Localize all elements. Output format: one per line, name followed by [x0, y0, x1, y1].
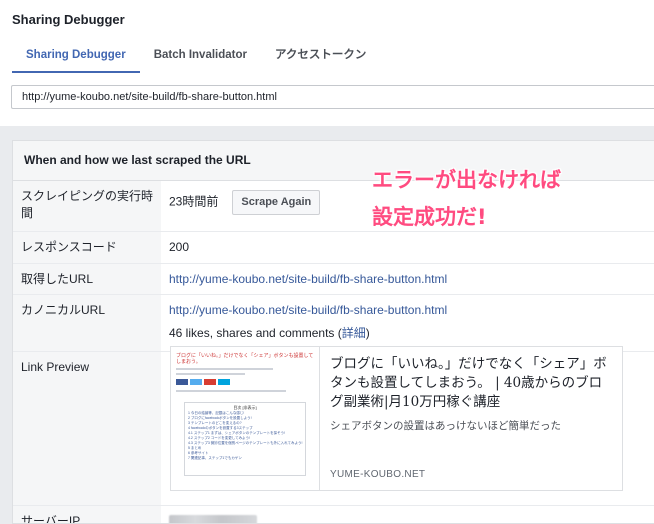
likes-details-link[interactable]: 詳細: [342, 326, 366, 340]
likes-text: 46 likes, shares and comments (: [169, 326, 342, 340]
preview-domain: YUME-KOUBO.NET: [330, 469, 426, 480]
preview-thumbnail: ブログに「いいね。」だけでなく「シェア」ボタンも設置してしまおう。 目次 [非表…: [171, 347, 320, 490]
preview-description: シェアボタンの設置はあっけないほど簡単だった: [330, 420, 561, 432]
likes-close: ): [365, 326, 370, 340]
row-canonical-url: カノニカルURL http://yume-koubo.net/site-buil…: [13, 295, 654, 352]
row-response-code: レスポンスコード 200: [13, 232, 654, 264]
scrape-time-value: 23時間前: [169, 194, 219, 209]
likes-summary: 46 likes, shares and comments (詳細): [169, 325, 654, 342]
response-code-value: 200: [169, 240, 190, 254]
canonical-url-label: カノニカルURL: [13, 295, 161, 351]
tab-sharing-debugger[interactable]: Sharing Debugger: [12, 47, 140, 73]
server-ip-cell: [161, 506, 654, 523]
response-code-label: レスポンスコード: [13, 232, 161, 263]
fetched-url-link[interactable]: http://yume-koubo.net/site-build/fb-shar…: [169, 272, 447, 286]
row-fetched-url: 取得したURL http://yume-koubo.net/site-build…: [13, 264, 654, 295]
row-server-ip: サーバーIP: [13, 506, 654, 523]
page-title: Sharing Debugger: [12, 12, 125, 27]
annotation-line-2: 設定成功だ!: [372, 205, 487, 229]
tab-access-token[interactable]: アクセストークン: [261, 47, 380, 71]
scrape-again-button[interactable]: Scrape Again: [232, 190, 321, 215]
scrape-time-label: スクレイピングの実行時間: [13, 181, 161, 231]
canonical-url-link[interactable]: http://yume-koubo.net/site-build/fb-shar…: [169, 303, 447, 317]
thumb-toc: 目次 [非表示] 1 今日の結論等、記載はこんな感じ! 2 ブログにfacebo…: [184, 402, 306, 476]
server-ip-label: サーバーIP: [13, 506, 161, 523]
url-input[interactable]: [11, 85, 654, 109]
preview-title: ブログに「いいね。」だけでなく「シェア」ボタンも設置してしまおう。 | 40歳か…: [330, 356, 607, 410]
fetched-url-label: 取得したURL: [13, 264, 161, 294]
preview-text: ブログに「いいね。」だけでなく「シェア」ボタンも設置してしまおう。 | 40歳か…: [320, 347, 622, 490]
link-preview-label: Link Preview: [13, 352, 161, 505]
tab-batch-invalidator[interactable]: Batch Invalidator: [140, 47, 261, 71]
thumb-share-buttons: [176, 379, 314, 385]
annotation-overlay: エラーが出なければ 設定成功だ!: [372, 162, 561, 236]
tab-bar: Sharing Debugger Batch Invalidator アクセスト…: [12, 47, 380, 73]
link-preview-card[interactable]: ブログに「いいね。」だけでなく「シェア」ボタンも設置してしまおう。 目次 [非表…: [170, 346, 623, 491]
server-ip-redacted: [169, 515, 257, 523]
canonical-url-cell: http://yume-koubo.net/site-build/fb-shar…: [161, 295, 654, 351]
thumb-title: ブログに「いいね。」だけでなく「シェア」ボタンも設置してしまおう。: [176, 353, 314, 365]
annotation-line-1: エラーが出なければ: [372, 168, 561, 192]
fetched-url-cell: http://yume-koubo.net/site-build/fb-shar…: [161, 264, 654, 294]
